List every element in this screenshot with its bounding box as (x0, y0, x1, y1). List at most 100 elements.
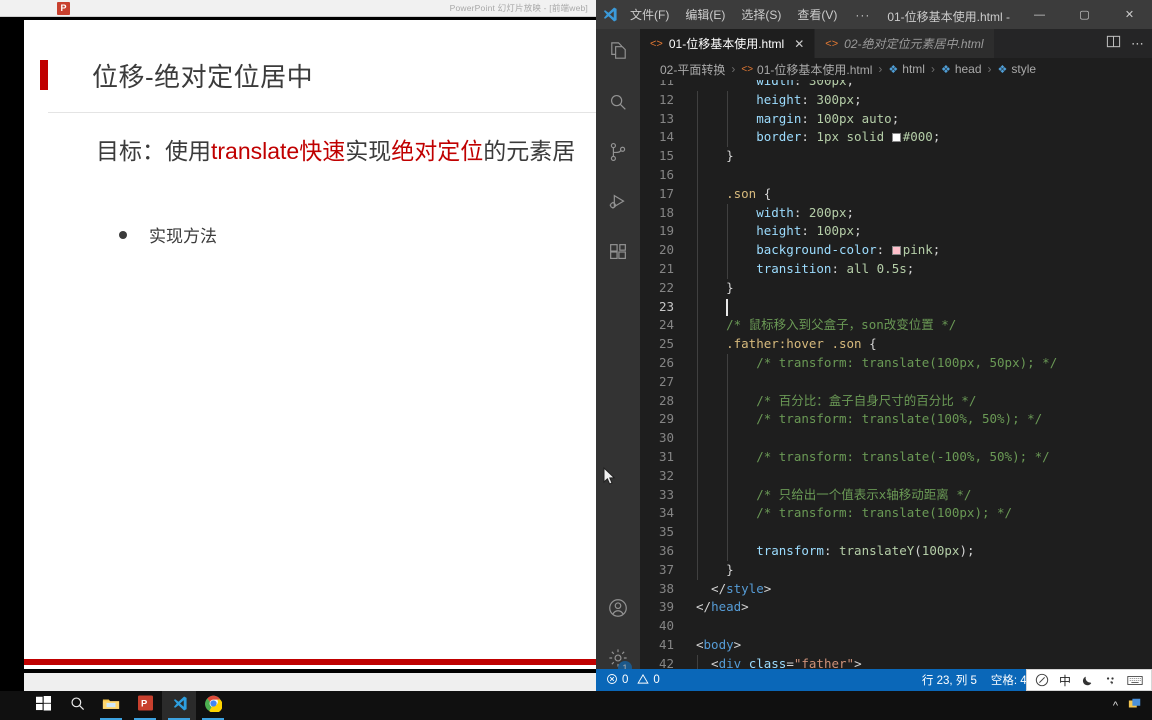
code-text: width: 300px; (696, 80, 1152, 91)
split-editor-icon[interactable] (1106, 34, 1121, 54)
code-line[interactable]: 20 background-color: pink; (640, 241, 1152, 260)
ime-logo-icon[interactable] (1035, 673, 1049, 687)
breadcrumb-label: style (1011, 62, 1036, 76)
menu-selection[interactable]: 选择(S) (733, 2, 789, 27)
menu-edit[interactable]: 编辑(E) (677, 2, 733, 27)
breadcrumb-separator: › (731, 62, 735, 76)
code-line[interactable]: 27 (640, 373, 1152, 392)
indent-guide (727, 467, 728, 486)
tray-chevron-icon[interactable]: ^ (1113, 700, 1118, 712)
code-line[interactable]: 35 (640, 523, 1152, 542)
code-line[interactable]: 12 height: 300px; (640, 91, 1152, 110)
sidebar-item-explorer[interactable] (596, 29, 640, 79)
code-line[interactable]: 36 transform: translateY(100px); (640, 542, 1152, 561)
breadcrumb-item-folder[interactable]: 02-平面转换 (660, 61, 725, 78)
indent-guide (697, 128, 698, 147)
status-problems[interactable]: 0 0 (596, 673, 660, 688)
code-line[interactable]: 34 /* transform: translate(100px); */ (640, 504, 1152, 523)
code-line[interactable]: 14 border: 1px solid #000; (640, 128, 1152, 147)
ellipsis-icon[interactable]: ⋯ (1131, 36, 1144, 52)
code-line[interactable]: 18 width: 200px; (640, 204, 1152, 223)
close-button[interactable]: ✕ (1107, 0, 1152, 29)
line-number: 40 (640, 617, 696, 636)
indentation[interactable]: 空格: 4 (991, 672, 1027, 688)
menu-file[interactable]: 文件(F) (622, 2, 677, 27)
indent-guide (697, 504, 698, 523)
code-text: /* transform: translate(100%, 50%); */ (696, 410, 1152, 429)
code-line[interactable]: 24 /* 鼠标移入到父盒子，son改变位置 */ (640, 316, 1152, 335)
ime-punctuation-moon-icon[interactable] (1081, 674, 1094, 687)
breadcrumb-item-head[interactable]: ❖ head (941, 62, 982, 76)
code-line[interactable]: 41<body> (640, 636, 1152, 655)
code-line[interactable]: 39</head> (640, 598, 1152, 617)
code-line[interactable]: 13 margin: 100px auto; (640, 110, 1152, 129)
code-line[interactable]: 38 </style> (640, 580, 1152, 599)
code-line[interactable]: 40 (640, 617, 1152, 636)
taskbar-vscode[interactable] (162, 691, 196, 720)
html-file-icon: <> (650, 38, 663, 50)
line-number: 17 (640, 185, 696, 204)
code-line[interactable]: 37 } (640, 561, 1152, 580)
sidebar-item-run-debug[interactable] (596, 179, 640, 229)
code-editor[interactable]: 11 width: 300px;12 height: 300px;13 marg… (640, 80, 1152, 691)
code-line[interactable]: 21 transition: all 0.5s; (640, 260, 1152, 279)
tray-app-icon[interactable] (1128, 697, 1142, 714)
maximize-button[interactable]: ▢ (1062, 0, 1107, 29)
sidebar-item-account[interactable] (596, 585, 640, 635)
breadcrumb-item-file[interactable]: <> 01-位移基本使用.html (741, 61, 872, 78)
minimize-button[interactable]: — (1017, 0, 1062, 29)
code-line[interactable]: 26 /* transform: translate(100px, 50px);… (640, 354, 1152, 373)
sidebar-item-source-control[interactable] (596, 129, 640, 179)
code-text: </style> (696, 580, 1152, 599)
code-line[interactable]: 32 (640, 467, 1152, 486)
mouse-cursor (603, 467, 616, 491)
indent-guide (727, 504, 728, 523)
error-count: 0 (622, 674, 628, 686)
ime-mode-label[interactable]: 中 (1059, 672, 1071, 689)
menu-view[interactable]: 查看(V) (789, 2, 845, 27)
taskbar-chrome[interactable] (196, 691, 230, 720)
ime-keyboard-icon[interactable] (1127, 674, 1143, 687)
code-line[interactable]: 28 /* 百分比：盒子自身尺寸的百分比 */ (640, 392, 1152, 411)
ime-symbol-icon[interactable] (1104, 674, 1117, 687)
code-line[interactable]: 33 /* 只给出一个值表示x轴移动距离 */ (640, 486, 1152, 505)
line-number: 33 (640, 486, 696, 505)
search-button[interactable] (60, 691, 94, 720)
sidebar-item-search[interactable] (596, 79, 640, 129)
breadcrumb-item-style[interactable]: ❖ style (998, 62, 1037, 76)
close-icon[interactable]: ✕ (794, 37, 804, 51)
tab-01-位移基本使用[interactable]: <> 01-位移基本使用.html ✕ (640, 29, 815, 58)
code-text: /* 百分比：盒子自身尺寸的百分比 */ (696, 392, 1152, 411)
breadcrumb-item-html[interactable]: ❖ html (888, 62, 925, 76)
cursor-position[interactable]: 行 23, 列 5 (922, 672, 977, 688)
indent-guide (727, 542, 728, 561)
tab-02-绝对定位元素居中[interactable]: <> 02-绝对定位元素居中.html (815, 29, 994, 58)
taskbar-powerpoint[interactable]: P (128, 691, 162, 720)
slide-subtitle: 目标：使用translate快速实现绝对定位的元素居 (96, 136, 596, 167)
code-line[interactable]: 30 (640, 429, 1152, 448)
extensions-icon (607, 241, 629, 268)
code-line[interactable]: 23 (640, 298, 1152, 317)
search-icon (70, 696, 85, 716)
screen: P PowerPoint 幻灯片放映 - [前端web] 位移-绝对定位居中 目… (0, 0, 1152, 720)
line-number: 32 (640, 467, 696, 486)
slide-bullet-item: 实现方法 (119, 222, 217, 247)
code-line[interactable]: 11 width: 300px; (640, 80, 1152, 91)
breadcrumb-label: head (955, 62, 982, 76)
code-line[interactable]: 22 } (640, 279, 1152, 298)
code-line[interactable]: 15 } (640, 147, 1152, 166)
code-line[interactable]: 25 .father:hover .son { (640, 335, 1152, 354)
sidebar-item-extensions[interactable] (596, 229, 640, 279)
code-line[interactable]: 31 /* transform: translate(-100%, 50%); … (640, 448, 1152, 467)
powerpoint-icon: P (138, 695, 153, 716)
code-line[interactable]: 17 .son { (640, 185, 1152, 204)
line-number: 16 (640, 166, 696, 185)
code-line[interactable]: 16 (640, 166, 1152, 185)
taskbar-file-explorer[interactable] (94, 691, 128, 720)
menu-more[interactable]: ··· (845, 4, 880, 26)
code-line[interactable]: 29 /* transform: translate(100%, 50%); *… (640, 410, 1152, 429)
code-line[interactable]: 19 height: 100px; (640, 222, 1152, 241)
indent-guide (727, 241, 728, 260)
start-button[interactable] (26, 691, 60, 720)
indent-guide (697, 298, 698, 317)
